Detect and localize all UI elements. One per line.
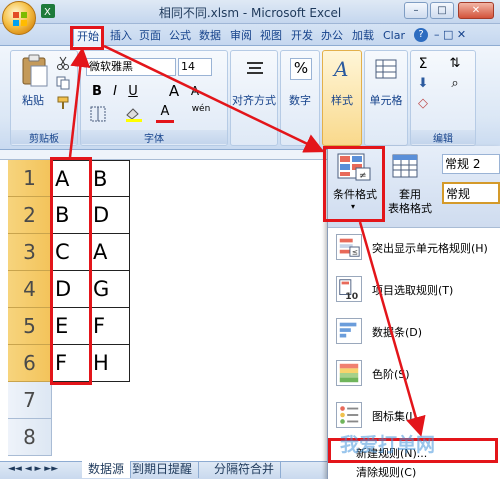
highlight-box-conditional-format [323, 146, 385, 222]
help-icon[interactable]: ? [414, 28, 428, 42]
tab-data[interactable]: 数据 [196, 27, 224, 46]
font-name-input[interactable]: 微软雅黑 [86, 58, 176, 76]
close-button[interactable]: ✕ [458, 2, 494, 19]
sheet-tab-due-date[interactable]: 到期日提醒 [126, 461, 200, 478]
tab-view[interactable]: 视图 [257, 27, 285, 46]
cells-button[interactable]: 单元格 [364, 92, 408, 108]
sheet-tab-merge[interactable]: 分隔符合并 [208, 461, 282, 478]
italic-button[interactable]: I [108, 84, 122, 99]
row-header-1[interactable]: 1 [8, 160, 52, 197]
menu-highlight-rules-label: 突出显示单元格规则(H) [372, 242, 488, 255]
bold-button[interactable]: B [90, 84, 104, 99]
border-icon[interactable] [90, 106, 112, 122]
font-group-label: 字体 [81, 130, 227, 145]
icon-sets-icon [336, 402, 362, 428]
align-icon[interactable] [244, 58, 266, 80]
row-header-4[interactable]: 4 [8, 271, 52, 308]
fill-color-icon[interactable] [124, 106, 148, 122]
tab-addins[interactable]: 加载 [349, 27, 377, 46]
cell-b6[interactable]: H [90, 345, 130, 382]
svg-text:A: A [332, 57, 348, 81]
cells-icon[interactable] [374, 58, 398, 80]
underline-button[interactable]: U [126, 84, 140, 99]
highlight-box-column-a [50, 157, 92, 385]
format-painter-icon[interactable] [56, 96, 70, 110]
sort-filter-icon[interactable]: ⇅ [444, 56, 466, 71]
svg-text:≤: ≤ [352, 247, 358, 256]
styles-icon[interactable]: A [331, 56, 355, 82]
find-icon[interactable]: ⌕ [444, 76, 466, 91]
cell-b5[interactable]: F [90, 308, 130, 345]
tab-office[interactable]: 办公 [318, 27, 346, 46]
cell-b3[interactable]: A [90, 234, 130, 271]
menu-top-bottom-rules[interactable]: 10 项目选取规则(T) [330, 270, 498, 310]
data-bars-icon [336, 318, 362, 344]
tab-developer[interactable]: 开发 [288, 27, 316, 46]
svg-text:X: X [44, 7, 51, 18]
cell-style-normal2[interactable]: 常规 2 [442, 154, 500, 174]
cell-style-normal[interactable]: 常规 [442, 182, 500, 204]
table-format-icon[interactable] [392, 154, 420, 180]
excel-icon[interactable]: X [40, 3, 56, 19]
top-bottom-rules-icon: 10 [336, 276, 362, 302]
autosum-icon[interactable]: Σ [416, 56, 430, 72]
office-button[interactable] [2, 1, 36, 35]
menu-data-bars[interactable]: 数据条(D) [330, 312, 498, 352]
fill-icon[interactable]: ⬇ [416, 76, 430, 91]
tab-review[interactable]: 审阅 [227, 27, 255, 46]
ribbon-min-icon[interactable]: – □ ✕ [434, 28, 466, 41]
svg-text:10: 10 [345, 291, 358, 302]
row-header-6[interactable]: 6 [8, 345, 52, 382]
window-title: 相同不同.xlsm - Microsoft Excel [158, 6, 342, 20]
number-button[interactable]: 数字 [282, 92, 318, 108]
font-color-swatch [156, 120, 174, 123]
cut-icon[interactable] [56, 56, 70, 70]
menu-highlight-rules[interactable]: ≤ 突出显示单元格规则(H) [330, 228, 498, 268]
menu-icon-sets-label: 图标集(I) [372, 410, 417, 423]
row-header-7[interactable]: 7 [8, 382, 52, 419]
row-header-3[interactable]: 3 [8, 234, 52, 271]
cell-b4[interactable]: G [90, 271, 130, 308]
phonetic-button[interactable]: wén [190, 104, 212, 114]
menu-top-bottom-rules-label: 项目选取规则(T) [372, 284, 454, 297]
clipboard-group-label: 剪贴板 [11, 130, 77, 145]
tab-page[interactable]: 页面 [136, 27, 164, 46]
font-color-button[interactable]: A [158, 104, 172, 119]
clear-icon[interactable]: ◇ [416, 96, 430, 111]
percent-button[interactable]: % [290, 58, 312, 80]
copy-icon[interactable] [56, 76, 70, 90]
menu-color-scales[interactable]: 色阶(S) [330, 354, 498, 394]
cell-b2[interactable]: D [90, 197, 130, 234]
color-scales-icon [336, 360, 362, 386]
paste-icon[interactable] [20, 54, 50, 88]
row-header-5[interactable]: 5 [8, 308, 52, 345]
menu-clear-rules[interactable]: 清除规则(C) [330, 462, 498, 479]
shrink-font-button[interactable]: A [188, 84, 202, 98]
office-logo-icon [13, 12, 27, 26]
menu-clear-rules-label: 清除规则(C) [356, 466, 417, 479]
tab-insert[interactable]: 插入 [107, 27, 135, 46]
tab-formulas[interactable]: 公式 [166, 27, 194, 46]
sheet-tab-datasource[interactable]: 数据源 [82, 461, 132, 478]
alignment-button[interactable]: 对齐方式 [230, 92, 278, 108]
highlight-rules-icon: ≤ [336, 234, 362, 260]
font-size-input[interactable]: 14 [178, 58, 212, 76]
tab-clar[interactable]: Clar [380, 27, 408, 46]
editing-group-label: 编辑 [411, 130, 475, 145]
minimize-button[interactable]: – [404, 2, 428, 19]
sheet-nav-icon[interactable]: ◄◄ ◄ ► ►► [8, 464, 58, 474]
maximize-button[interactable]: □ [430, 2, 454, 19]
row-header-8[interactable]: 8 [8, 419, 52, 456]
cell-b1[interactable]: B [90, 160, 130, 197]
table-format-button[interactable]: 套用 表格格式 [382, 188, 438, 216]
menu-color-scales-label: 色阶(S) [372, 368, 410, 381]
paste-button[interactable]: 粘贴 [16, 92, 50, 108]
menu-data-bars-label: 数据条(D) [372, 326, 423, 339]
row-header-2[interactable]: 2 [8, 197, 52, 234]
highlight-box-home-tab [70, 26, 104, 50]
watermark-logo: 我爱打单网 [340, 434, 436, 456]
grow-font-button[interactable]: A [166, 82, 182, 100]
styles-button[interactable]: 样式 [322, 92, 362, 108]
